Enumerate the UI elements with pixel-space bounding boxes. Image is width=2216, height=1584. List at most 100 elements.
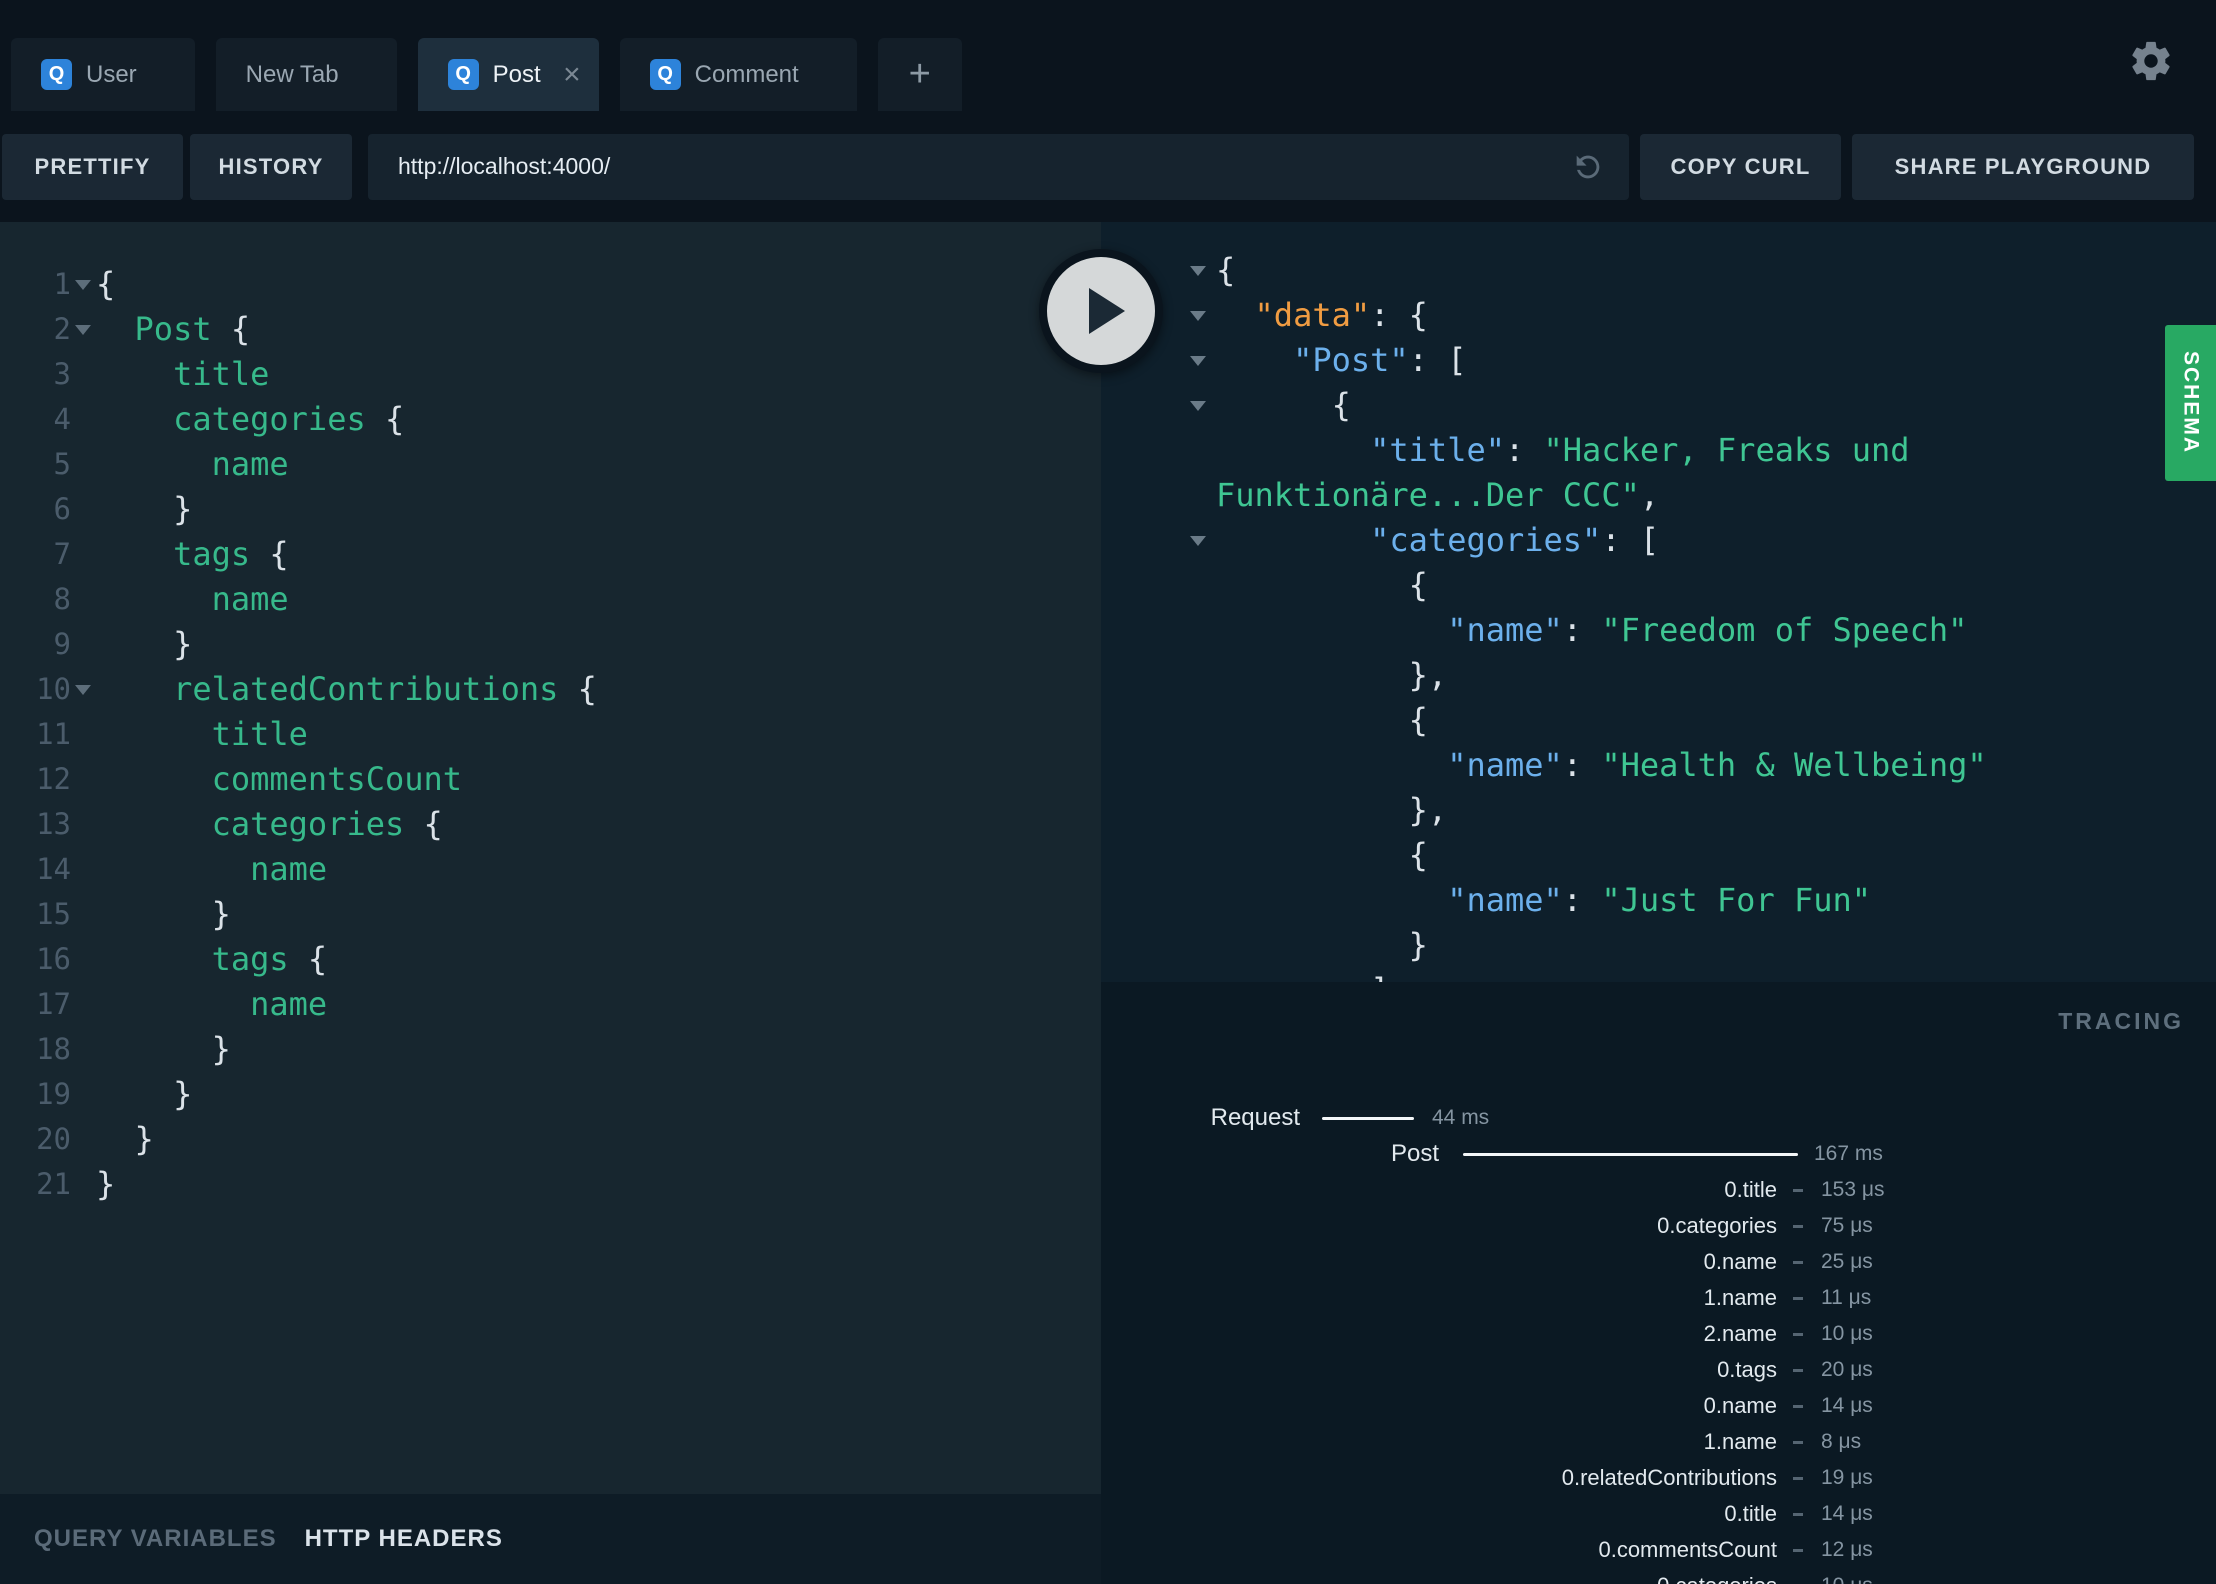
response-code: { xyxy=(1408,836,1428,874)
response-line: "name": "Just For Fun" xyxy=(1101,878,2216,923)
editor-line[interactable]: 6 } xyxy=(0,487,1101,532)
execute-query-button[interactable] xyxy=(1039,249,1163,373)
editor-line[interactable]: 12 commentsCount xyxy=(0,757,1101,802)
collapse-arrow-icon[interactable] xyxy=(1101,518,1216,563)
response-code: "data": { xyxy=(1254,296,1428,334)
tracing-row: 0.title 153 μs xyxy=(1101,1172,2216,1208)
tracing-row: 2.name 10 μs xyxy=(1101,1316,2216,1352)
editor-line[interactable]: 10 relatedContributions { xyxy=(0,667,1101,712)
history-button[interactable]: HISTORY xyxy=(190,133,352,200)
editor-line[interactable]: 3 title xyxy=(0,352,1101,397)
line-number: 12 xyxy=(36,762,71,796)
rgutter-spacer xyxy=(1101,923,1216,968)
fold-arrow-icon[interactable] xyxy=(71,262,96,307)
editor-line[interactable]: 19 } xyxy=(0,1072,1101,1117)
query-code: { xyxy=(96,265,116,303)
editor-line[interactable]: 17 name xyxy=(0,982,1101,1027)
fold-slot-spacer xyxy=(71,1162,96,1207)
fold-arrow-icon[interactable] xyxy=(71,667,96,712)
editor-line[interactable]: 4 categories { xyxy=(0,397,1101,442)
tracing-waterfall: Request 44 ms Post 167 ms 0.title 153 μs 0.cat… xyxy=(1101,1100,2216,1584)
response-line: { xyxy=(1101,698,2216,743)
tracing-row: 0.name 14 μs xyxy=(1101,1388,2216,1424)
settings-gear-icon[interactable] xyxy=(2128,38,2174,84)
tab-label: Post xyxy=(492,60,541,88)
line-number: 5 xyxy=(53,447,71,481)
close-tab-icon[interactable]: × xyxy=(541,59,581,90)
editor-line[interactable]: 5 name xyxy=(0,442,1101,487)
rgutter-spacer xyxy=(1101,653,1216,698)
rgutter-spacer xyxy=(1101,473,1216,518)
tracing-row-value: 25 μs xyxy=(1821,1250,1873,1273)
tracing-row: 1.name 11 μs xyxy=(1101,1280,2216,1316)
line-number: 1 xyxy=(53,267,71,301)
fold-slot-spacer xyxy=(71,622,96,667)
editor-line[interactable]: 20 } xyxy=(0,1117,1101,1162)
line-number: 11 xyxy=(36,717,71,751)
tracing-tick-bar xyxy=(1793,1513,1803,1516)
schema-sidebar-tab[interactable]: SCHEMA xyxy=(2165,325,2216,481)
tracing-row-label: 0.name xyxy=(1703,1393,1777,1418)
fold-slot-spacer xyxy=(71,847,96,892)
tracing-tick-bar xyxy=(1793,1189,1803,1192)
tracing-duration-bar xyxy=(1463,1153,1798,1156)
query-editor[interactable]: 1{2 Post {3 title 4 categories {5 name 6 }… xyxy=(0,222,1101,1494)
reload-schema-icon[interactable] xyxy=(1571,150,1605,184)
fold-slot-spacer xyxy=(71,442,96,487)
editor-line[interactable]: 7 tags { xyxy=(0,532,1101,577)
editor-line[interactable]: 11 title xyxy=(0,712,1101,757)
editor-line[interactable]: 8 name xyxy=(0,577,1101,622)
tracing-row: 0.categories 75 μs xyxy=(1101,1208,2216,1244)
response-code: "name": "Health & Wellbeing" xyxy=(1447,746,1987,784)
tracing-tick-bar xyxy=(1793,1225,1803,1228)
tracing-row: 0.tags 20 μs xyxy=(1101,1352,2216,1388)
editor-line[interactable]: 2 Post { xyxy=(0,307,1101,352)
editor-line[interactable]: 13 categories { xyxy=(0,802,1101,847)
editor-line[interactable]: 14 name xyxy=(0,847,1101,892)
query-code: tags { xyxy=(211,940,328,978)
editor-line[interactable]: 1{ xyxy=(0,262,1101,307)
rgutter-spacer xyxy=(1101,608,1216,653)
line-number: 3 xyxy=(53,357,71,391)
tracing-row-value: 153 μs xyxy=(1821,1178,1885,1201)
query-icon: Q xyxy=(447,59,479,90)
prettify-button[interactable]: PRETTIFY xyxy=(2,133,183,200)
tab-new-tab[interactable]: New Tab xyxy=(215,38,397,111)
editor-line[interactable]: 9 } xyxy=(0,622,1101,667)
new-tab-button[interactable]: + xyxy=(877,38,962,111)
editor-line[interactable]: 18 } xyxy=(0,1027,1101,1072)
response-code: }, xyxy=(1408,791,1448,829)
collapse-arrow-icon[interactable] xyxy=(1101,383,1216,428)
query-icon: Q xyxy=(649,59,681,90)
fold-arrow-icon[interactable] xyxy=(71,307,96,352)
line-number: 19 xyxy=(36,1077,71,1111)
line-number: 20 xyxy=(36,1122,71,1156)
share-playground-button[interactable]: SHARE PLAYGROUND xyxy=(1852,133,2194,200)
fold-slot-spacer xyxy=(71,892,96,937)
response-code: } xyxy=(1408,926,1428,964)
tracing-row-value: 19 μs xyxy=(1821,1466,1873,1489)
tab-comment[interactable]: Q Comment xyxy=(619,38,857,111)
response-code: }, xyxy=(1408,656,1448,694)
query-code: } xyxy=(173,625,193,663)
editor-line[interactable]: 16 tags { xyxy=(0,937,1101,982)
query-code: } xyxy=(211,895,231,933)
endpoint-url-input[interactable] xyxy=(368,133,1629,200)
rgutter-spacer xyxy=(1101,743,1216,788)
tab-post[interactable]: Q Post × xyxy=(417,38,599,111)
response-code: { xyxy=(1216,251,1236,289)
line-number: 2 xyxy=(53,312,71,346)
http-headers-tab[interactable]: HTTP HEADERS xyxy=(305,1525,503,1553)
editor-line[interactable]: 21} xyxy=(0,1162,1101,1207)
editor-line[interactable]: 15 } xyxy=(0,892,1101,937)
query-variables-tab[interactable]: QUERY VARIABLES xyxy=(34,1525,277,1553)
fold-slot-spacer xyxy=(71,487,96,532)
tracing-row-value: 14 μs xyxy=(1821,1502,1873,1525)
tab-user[interactable]: Q User xyxy=(11,38,195,111)
copy-curl-button[interactable]: COPY CURL xyxy=(1640,133,1841,200)
query-code: } xyxy=(173,1075,193,1113)
tracing-row-value: 44 ms xyxy=(1432,1106,1490,1129)
query-code: name xyxy=(211,580,289,618)
tracing-tick-bar xyxy=(1793,1405,1803,1408)
tracing-row: 0.categories 10 μs xyxy=(1101,1568,2216,1584)
